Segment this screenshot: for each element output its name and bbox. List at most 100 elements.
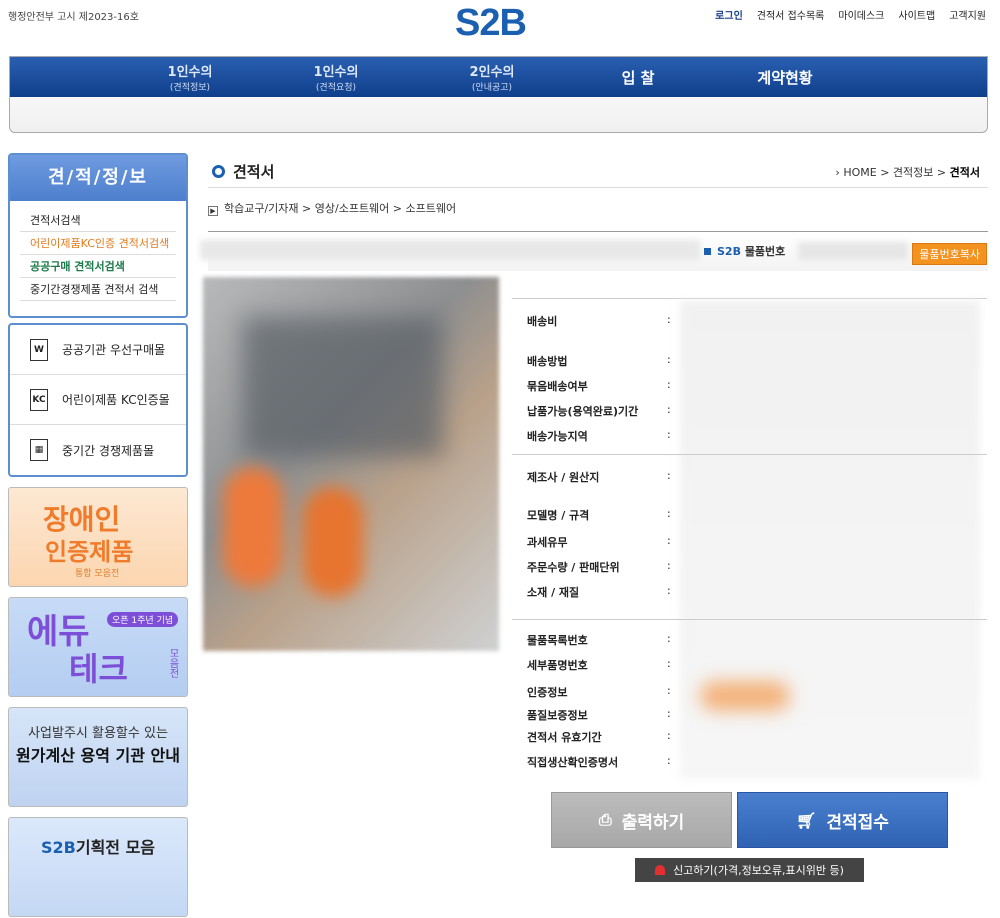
banner-text: 인증제품 — [45, 538, 134, 566]
product-number-text: 물품번호 — [744, 245, 786, 258]
gov-notice: 행정안전부 고시 제2023-16호 — [8, 12, 139, 23]
spec-colon: : — [667, 657, 671, 670]
spec-row: 견적서 유효기간: — [512, 723, 987, 748]
spec-colon: : — [667, 353, 671, 366]
spec-key: 인증정보 — [527, 686, 568, 699]
gnb-bid[interactable]: 입 찰 — [598, 61, 678, 88]
page-title: 견적서 — [233, 163, 275, 181]
side-item-public-quote-search[interactable]: 공공구매 견적서검색 — [20, 255, 176, 278]
banner-brand: S2B — [40, 838, 76, 857]
spec-colon: : — [667, 559, 671, 572]
s2b-logo[interactable]: S2B — [455, 2, 527, 45]
side-menu: 견/적/정/보 견적서검색 어린이제품KC인증 견적서검색 공공구매 견적서검색… — [8, 153, 188, 318]
spec-key: 배송방법 — [527, 355, 568, 368]
breadcrumb-home[interactable]: HOME — [843, 166, 876, 179]
spec-colon: : — [667, 378, 671, 391]
spec-key: 납품가능(용역완료)기간 — [527, 405, 639, 418]
spec-colon: : — [667, 684, 671, 697]
cart-icon: 🛒︎ — [796, 810, 817, 830]
spec-table: 배송비: 배송방법: 묶음배송여부: 납품가능(용역완료)기간: 배송가능지역:… — [512, 298, 987, 782]
breadcrumb-quote-info[interactable]: 견적정보 — [893, 166, 933, 179]
spec-group-product: 제조사 / 원산지: 모델명 / 규격: 과세유무: 주문수량 / 판매단위: … — [512, 455, 987, 620]
quick-links: W 공공기관 우선구매몰 KC 어린이제품 KC인증몰 ▦ 중기간 경쟁제품몰 — [8, 323, 188, 477]
gnb-single-quote-info[interactable]: 1인수의 (견적정보) — [150, 61, 230, 93]
gnb-sublabel: (견적정보) — [169, 83, 211, 93]
document-icon: W — [30, 338, 48, 361]
spec-key: 물품목록번호 — [527, 634, 588, 647]
quick-public-priority-mall[interactable]: W 공공기관 우선구매몰 — [10, 325, 186, 375]
title-bullet-icon — [212, 165, 225, 178]
banner-text: 원가계산 용역 기관 안내 — [16, 746, 180, 765]
gnb-sublabel: (안내공고) — [471, 83, 513, 93]
spec-colon: : — [667, 403, 671, 416]
banner-s2b-exhibitions[interactable]: S2B기획전 모음 — [8, 817, 188, 917]
product-number-bar: S2B 물품번호 물품번호복사 — [200, 231, 988, 271]
spec-colon: : — [667, 313, 671, 326]
gnb-label: 계약현황 — [757, 69, 813, 87]
spec-row: 주문수량 / 판매단위: — [512, 553, 987, 578]
gnb-dual-notice[interactable]: 2인수의 (안내공고) — [452, 61, 532, 93]
banner-edutech[interactable]: 에듀 오픈 1주년 기념 테크 모음전 — [8, 597, 188, 697]
quick-sme-mall[interactable]: ▦ 중기간 경쟁제품몰 — [10, 425, 186, 475]
copy-product-number-button[interactable]: 물품번호복사 — [912, 243, 987, 265]
report-label: 신고하기(가격,정보오류,표시위반 등) — [673, 864, 844, 877]
gnb-label: 1인수의 — [313, 65, 359, 80]
submit-quote-label: 견적접수 — [826, 812, 889, 833]
banner-text: 통합 모음전 — [75, 569, 120, 579]
spec-row: 배송방법: — [512, 347, 987, 372]
spec-key: 모델명 / 규격 — [527, 509, 590, 522]
spec-colon: : — [667, 469, 671, 482]
submit-quote-button[interactable]: 🛒︎ 견적접수 — [737, 792, 948, 848]
spec-row: 소재 / 재질: — [512, 578, 987, 603]
mydesk-link[interactable]: 마이데스크 — [838, 7, 884, 22]
spec-colon: : — [667, 632, 671, 645]
banner-text: 기획전 모음 — [75, 838, 156, 857]
spec-colon: : — [667, 507, 671, 520]
side-item-sme-quote-search[interactable]: 중기간경쟁제품 견적서 검색 — [20, 278, 176, 301]
gnb-sublabel: (견적요청) — [315, 83, 357, 93]
kc-cert-icon: KC — [30, 388, 48, 411]
quick-kc-mall[interactable]: KC 어린이제품 KC인증몰 — [10, 375, 186, 425]
login-link[interactable]: 로그인 — [715, 7, 743, 22]
spec-colon: : — [667, 707, 671, 720]
side-item-quote-search[interactable]: 견적서검색 — [20, 209, 176, 232]
spec-key: 견적서 유효기간 — [527, 731, 602, 744]
print-label: 출력하기 — [621, 812, 685, 833]
sitemap-link[interactable]: 사이트맵 — [898, 7, 935, 22]
printer-icon: ⎙ — [598, 810, 612, 829]
quick-label: 공공기관 우선구매몰 — [62, 343, 166, 357]
spec-row: 과세유무: — [512, 528, 987, 553]
page-title-bar: 견적서 › HOME > 견적정보 > 견적서 — [208, 152, 988, 188]
quote-receipt-list-link[interactable]: 견적서 접수목록 — [757, 7, 825, 22]
spec-group-cert: 물품목록번호: 세부품명번호: 인증정보: 품질보증정보: 견적서 유효기간: … — [512, 620, 987, 780]
spec-key: 과세유무 — [527, 536, 568, 549]
spec-key: 제조사 / 원산지 — [527, 471, 600, 484]
category-text: 학습교구/기자재 > 영상/소프트웨어 > 소프트웨어 — [224, 202, 457, 215]
spec-row: 인증정보: — [512, 678, 987, 703]
banner-disabled-products[interactable]: 장애인 인증제품 통합 모음전 — [8, 487, 188, 587]
spec-row: 제조사 / 원산지: — [512, 463, 987, 488]
category-arrow-icon: ▶ — [208, 206, 218, 216]
spec-group-delivery: 배송비: 배송방법: 묶음배송여부: 납품가능(용역완료)기간: 배송가능지역: — [512, 299, 987, 455]
spec-row: 묶음배송여부: — [512, 372, 987, 397]
report-button[interactable]: 신고하기(가격,정보오류,표시위반 등) — [635, 858, 864, 882]
product-number-blurred — [798, 242, 908, 260]
spec-key: 세부품명번호 — [527, 659, 588, 672]
side-menu-title: 견/적/정/보 — [10, 155, 186, 201]
customer-support-link[interactable]: 고객지원 — [949, 7, 986, 22]
banner-text: 테크 — [69, 650, 128, 688]
banner-cost-calc[interactable]: 사업발주시 활용할수 있는 원가계산 용역 기관 안내 — [8, 707, 188, 807]
product-number-label: S2B 물품번호 — [704, 243, 785, 259]
product-number-brand: S2B — [717, 245, 741, 258]
banner-text: 모음전 — [167, 648, 178, 678]
building-icon: ▦ — [30, 439, 48, 461]
global-nav: 1인수의 (견적정보) 1인수의 (견적요청) 2인수의 (안내공고) 입 찰 … — [9, 56, 988, 133]
spec-key: 직접생산확인증명서 — [527, 756, 619, 769]
side-item-kc-quote-search[interactable]: 어린이제품KC인증 견적서검색 — [20, 232, 176, 255]
print-button[interactable]: ⎙ 출력하기 — [551, 792, 732, 848]
gnb-label: 1인수의 — [167, 65, 213, 80]
gnb-contract-status[interactable]: 계약현황 — [745, 61, 825, 88]
gnb-single-quote-request[interactable]: 1인수의 (견적요청) — [296, 61, 376, 93]
banner-text: 사업발주시 활용할수 있는 — [28, 726, 168, 741]
spec-key: 배송가능지역 — [527, 430, 588, 443]
